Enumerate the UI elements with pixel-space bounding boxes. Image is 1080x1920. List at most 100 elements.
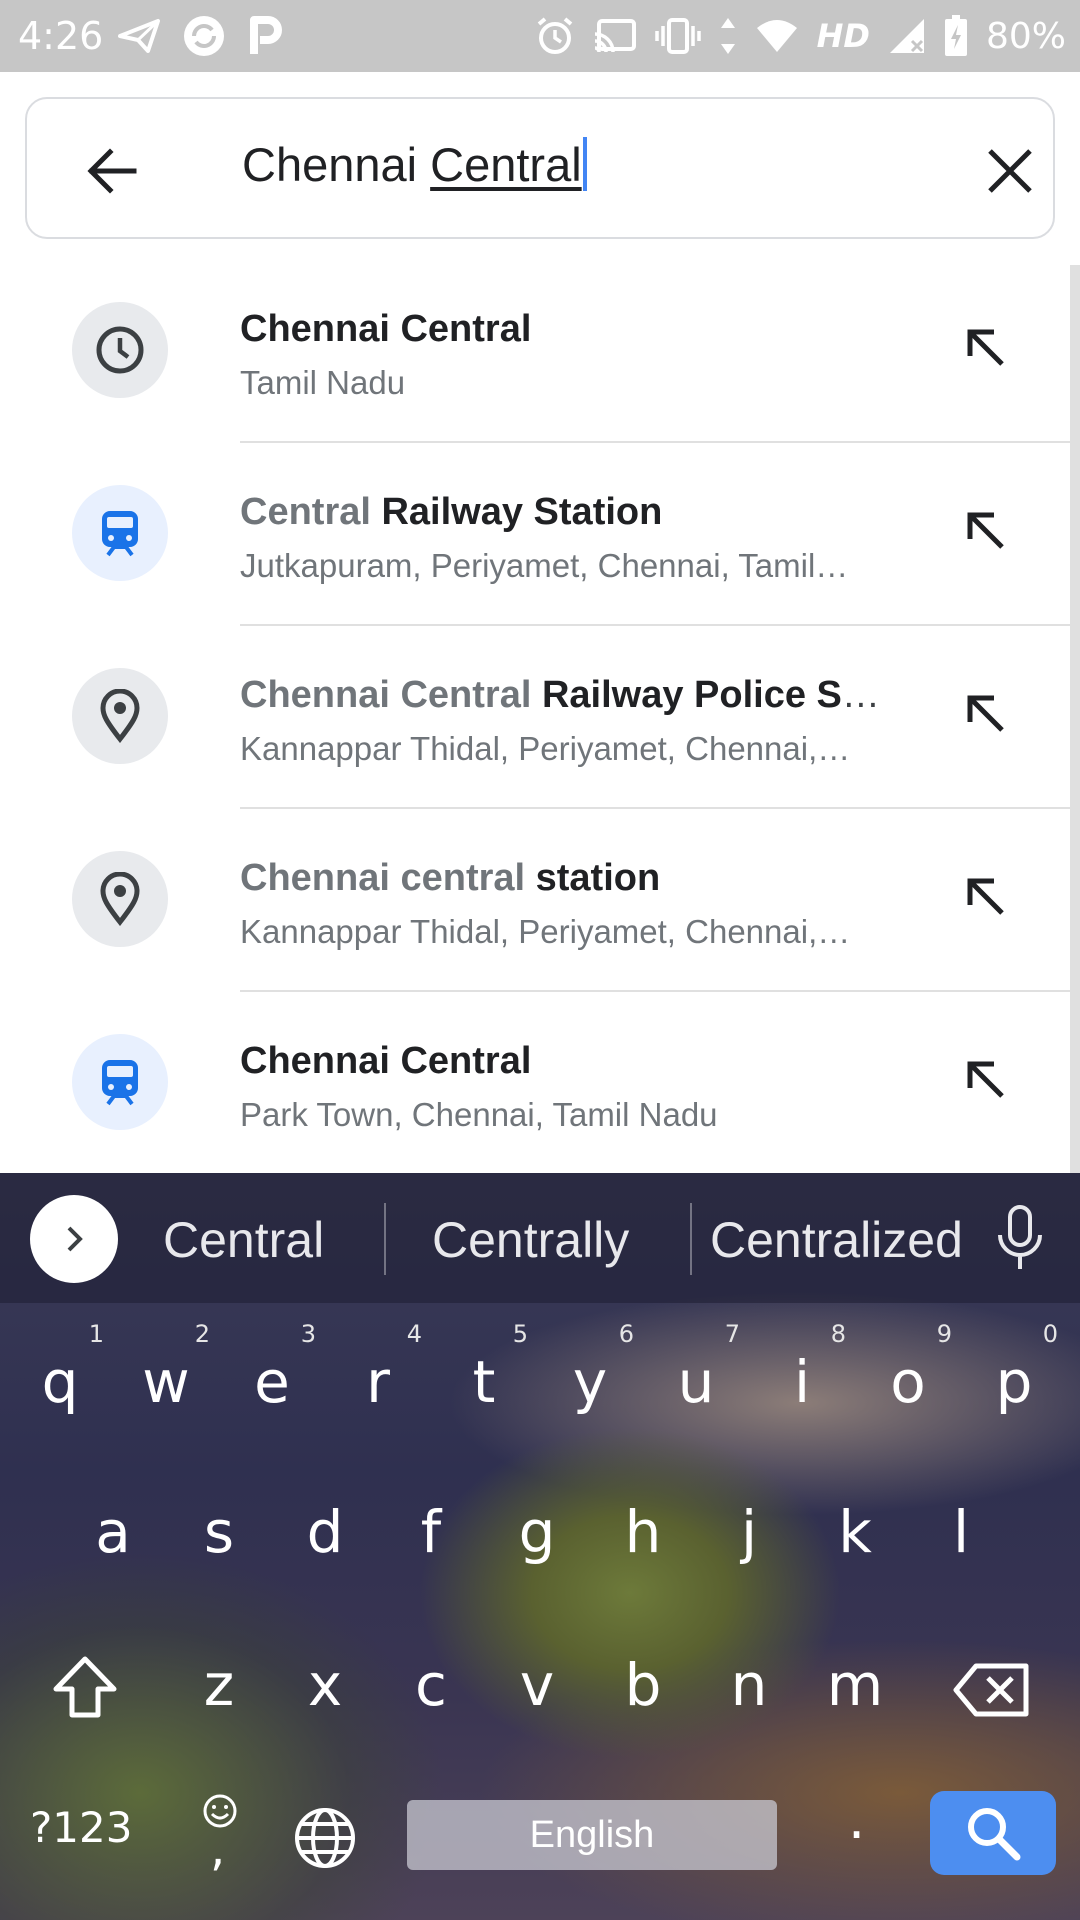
search-input[interactable]: Chennai Central [242,137,587,192]
key-z[interactable]: z [169,1651,269,1719]
pin-icon [100,872,140,926]
fill-query-button[interactable] [960,871,1010,921]
pin-icon [100,689,140,743]
key-h[interactable]: h [593,1498,693,1566]
key-n[interactable]: n [699,1651,799,1719]
result-icon-container [72,851,168,947]
key-b[interactable]: b [593,1651,693,1719]
key-label: w [142,1348,190,1416]
key-label: u [677,1348,715,1416]
battery-charging-icon [944,15,967,56]
result-title-rest: Railway Station [370,491,663,533]
key-g[interactable]: g [487,1498,587,1566]
key-label: q [41,1348,79,1416]
key-w[interactable]: w2 [116,1320,216,1416]
result-title-rest: Railway Police Stati… [541,674,890,716]
voice-input-button[interactable] [990,1203,1050,1273]
signal-icon [889,19,924,53]
result-item[interactable]: Chennai Central Tamil Nadu [0,260,1080,443]
suggestion-separator [690,1203,692,1275]
status-time: 4:26 [18,14,104,58]
key-f[interactable]: f [381,1498,481,1566]
sync-app-icon [184,16,224,56]
key-hint: 8 [830,1320,846,1348]
shift-key[interactable] [50,1653,120,1728]
result-title-match: Central [240,491,371,533]
result-item[interactable]: Chennai central station Kannappar Thidal… [0,809,1080,992]
key-i[interactable]: i8 [752,1320,852,1416]
vibrate-icon [654,18,701,54]
key-r[interactable]: r4 [328,1320,428,1416]
cast-icon [594,19,636,53]
suggestion-centralized[interactable]: Centralized [710,1211,963,1269]
key-u[interactable]: u7 [646,1320,746,1416]
suggestion-centrally[interactable]: Centrally [432,1211,629,1269]
p-app-icon [250,16,282,54]
key-y[interactable]: y6 [540,1320,640,1416]
key-j[interactable]: j [699,1498,799,1566]
result-title-rest: Chennai Central [240,1040,532,1082]
results-list: Chennai Central Tamil Nadu Central Railw… [0,260,1080,1175]
key-d[interactable]: d [275,1498,375,1566]
search-key[interactable] [930,1791,1056,1875]
key-hint: 1 [88,1320,104,1348]
arrow-up-left-icon [967,329,1004,366]
key-l[interactable]: l [911,1498,1011,1566]
emoji-comma-key[interactable]: , [196,1791,244,1877]
backspace-key[interactable] [952,1660,1032,1725]
key-x[interactable]: x [275,1651,375,1719]
key-c[interactable]: c [381,1651,481,1719]
key-m[interactable]: m [805,1651,905,1719]
key-v[interactable]: v [487,1651,587,1719]
result-title: Chennai Central [240,308,531,351]
suggestion-central[interactable]: Central [163,1211,324,1269]
fill-query-button[interactable] [960,322,1010,372]
result-title: Chennai Central [240,1040,531,1083]
key-hint: 9 [936,1320,952,1348]
keyboard-expand-button[interactable] [30,1195,118,1283]
key-label: p [995,1348,1033,1416]
microphone-icon [998,1205,1042,1269]
scrollbar[interactable] [1070,265,1080,1175]
period-key[interactable]: . [848,1788,865,1851]
key-label: t [472,1348,496,1416]
search-query-composing: Central [430,138,582,191]
result-item[interactable]: Central Railway Station Jutkapuram, Peri… [0,443,1080,626]
key-hint: 2 [194,1320,210,1348]
key-label: r [366,1348,390,1416]
key-k[interactable]: k [805,1498,905,1566]
space-key[interactable]: English [407,1800,777,1870]
alarm-icon [537,17,572,54]
key-label: o [890,1348,926,1416]
search-query-prefix: Chennai [242,138,431,191]
arrow-up-left-icon [967,1061,1004,1098]
result-item[interactable]: Chennai Central Park Town, Chennai, Tami… [0,992,1080,1175]
key-e[interactable]: e3 [222,1320,322,1416]
status-system-icons: HD 80% [535,12,1066,60]
key-hint: 5 [512,1320,528,1348]
fill-query-button[interactable] [960,688,1010,738]
fill-query-button[interactable] [960,505,1010,555]
comma-label: , [210,1821,226,1877]
key-a[interactable]: a [63,1498,163,1566]
result-title-match: Chennai Central [240,674,532,716]
back-button[interactable] [82,141,142,201]
key-s[interactable]: s [169,1498,269,1566]
chevron-right-icon [67,1226,83,1252]
result-icon-container [72,668,168,764]
symbols-key[interactable]: ?123 [30,1803,132,1852]
result-title-match: Chennai central [240,857,526,899]
key-q[interactable]: q1 [10,1320,110,1416]
search-bar: Chennai Central [25,97,1055,239]
train-icon [102,1060,138,1106]
fill-query-button[interactable] [960,1054,1010,1104]
key-t[interactable]: t5 [434,1320,534,1416]
result-item[interactable]: Chennai Central Railway Police Stati… Ka… [0,626,1080,809]
key-p[interactable]: p0 [964,1320,1064,1416]
clear-button[interactable] [982,143,1038,199]
language-key[interactable] [292,1805,358,1876]
key-hint: 7 [724,1320,740,1348]
search-icon [968,1808,1021,1861]
key-o[interactable]: o9 [858,1320,958,1416]
clock-icon [96,326,144,374]
